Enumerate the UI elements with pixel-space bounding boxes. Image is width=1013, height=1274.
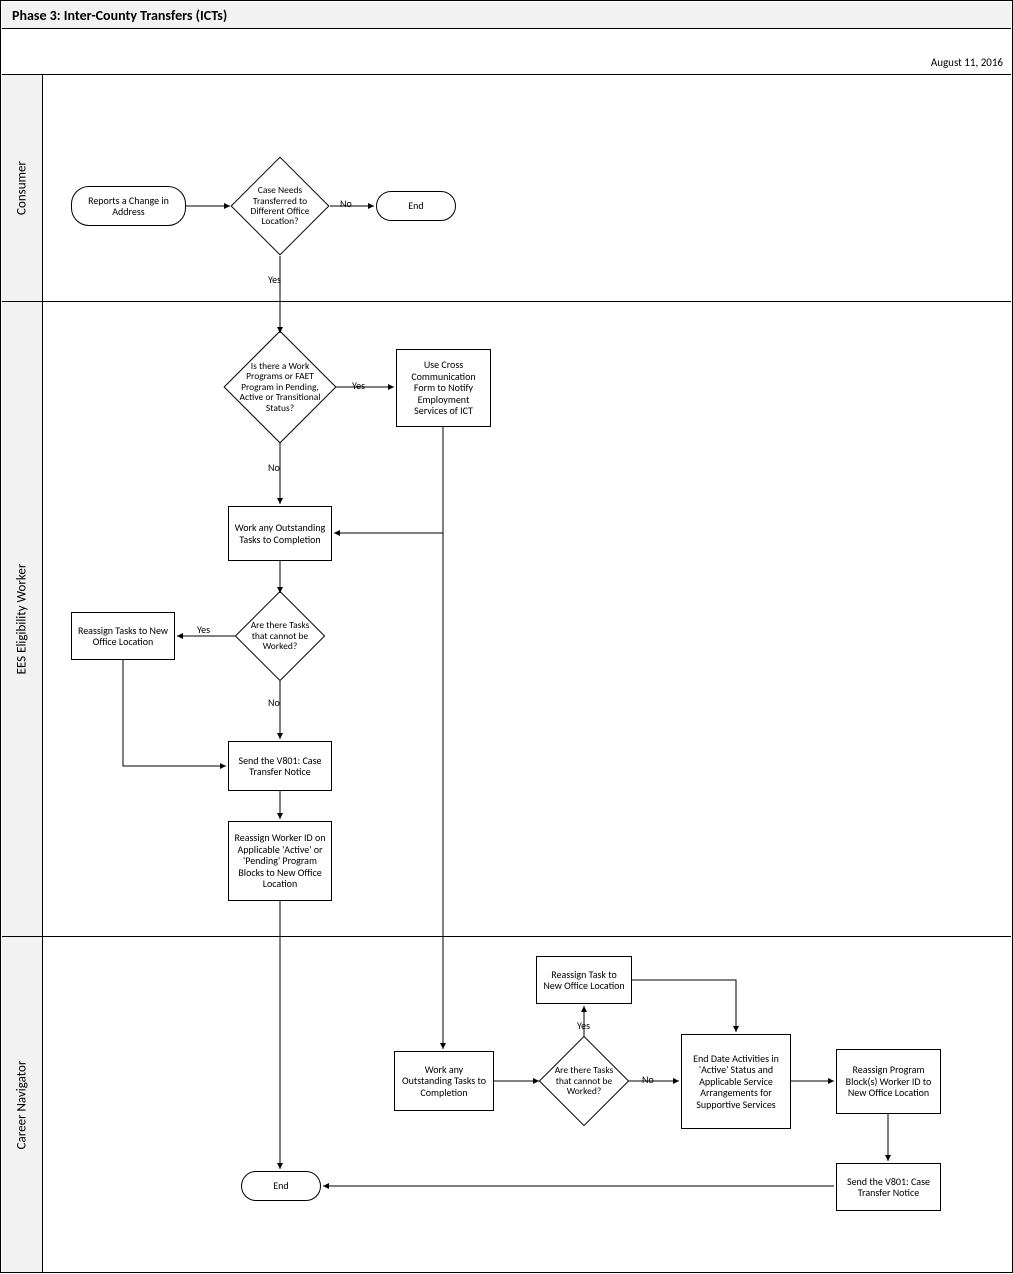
- date-bar: August 11, 2016: [2, 56, 1011, 75]
- node-case-transfer-q: Case Needs Transferred to Different Offi…: [230, 156, 330, 256]
- text: Reassign Task to New Office Location: [541, 969, 627, 992]
- text: Reassign Program Block(s) Worker ID to N…: [841, 1064, 936, 1099]
- label-yes-3: Yes: [196, 623, 211, 636]
- text: Use Cross Communication Form to Notify E…: [401, 359, 486, 417]
- node-reassign-tasks1: Reassign Tasks to New Office Location: [71, 612, 175, 660]
- node-tasks-q2: Are there Tasks that cannot be Worked?: [539, 1036, 629, 1126]
- label-no-4: No: [641, 1073, 655, 1086]
- text: Work any Outstanding Tasks to Completion: [399, 1064, 489, 1099]
- label-no-3: No: [267, 696, 281, 709]
- node-send-v801-2: Send the V801: Case Transfer Notice: [836, 1163, 941, 1211]
- node-cross-comm: Use Cross Communication Form to Notify E…: [396, 349, 491, 427]
- text: Reassign Worker ID on Applicable 'Active…: [233, 832, 327, 890]
- text: End: [408, 200, 423, 212]
- lane-label-consumer: Consumer: [2, 75, 43, 301]
- lane-label-ees-text: EES Eligibility Worker: [15, 564, 30, 675]
- lane-label-consumer-text: Consumer: [15, 161, 30, 215]
- text: End: [273, 1180, 288, 1192]
- text: Reassign Tasks to New Office Location: [76, 625, 170, 648]
- node-tasks-q1: Are there Tasks that cannot be Worked?: [235, 591, 325, 681]
- page-title: Phase 3: Inter-County Transfers (ICTs): [2, 2, 1011, 29]
- node-reassign-worker: Reassign Worker ID on Applicable 'Active…: [228, 821, 332, 901]
- text: Are there Tasks that cannot be Worked?: [247, 620, 313, 651]
- text: Send the V801: Case Transfer Notice: [233, 755, 327, 778]
- node-end1: End: [376, 191, 456, 221]
- node-end-date-act: End Date Activities in 'Active' Status a…: [681, 1034, 791, 1129]
- text: Send the V801: Case Transfer Notice: [841, 1176, 936, 1199]
- node-work-tasks1: Work any Outstanding Tasks to Completion: [228, 506, 332, 561]
- node-report-change: Reports a Change in Address: [71, 186, 186, 226]
- text: Work any Outstanding Tasks to Completion: [233, 522, 327, 545]
- label-yes-2: Yes: [351, 379, 366, 392]
- lane-divider-1: [2, 301, 1011, 302]
- node-end2: End: [241, 1171, 321, 1201]
- label-yes-4: Yes: [576, 1019, 591, 1032]
- lane-label-career-text: Career Navigator: [15, 1060, 30, 1149]
- node-reassign-prog: Reassign Program Block(s) Worker ID to N…: [836, 1049, 941, 1114]
- lane-divider-2: [2, 936, 1011, 937]
- node-send-v801-1: Send the V801: Case Transfer Notice: [228, 741, 332, 791]
- text: Case Needs Transferred to Different Offi…: [242, 185, 318, 227]
- text: Is there a Work Programs or FAET Program…: [236, 361, 324, 413]
- title-text: Phase 3: Inter-County Transfers (ICTs): [12, 7, 227, 24]
- node-work-tasks2: Work any Outstanding Tasks to Completion: [394, 1051, 494, 1111]
- text: End Date Activities in 'Active' Status a…: [686, 1053, 786, 1111]
- text: Are there Tasks that cannot be Worked?: [551, 1065, 617, 1096]
- lane-label-career: Career Navigator: [2, 937, 43, 1272]
- swimlane-diagram: Phase 3: Inter-County Transfers (ICTs) A…: [0, 0, 1013, 1273]
- label-yes-1: Yes: [267, 273, 282, 286]
- node-reassign-task2: Reassign Task to New Office Location: [536, 956, 632, 1004]
- lane-label-ees: EES Eligibility Worker: [2, 302, 43, 936]
- node-work-prog-q: Is there a Work Programs or FAET Program…: [224, 331, 336, 443]
- date-text: August 11, 2016: [931, 56, 1003, 69]
- text: Reports a Change in Address: [76, 195, 181, 218]
- label-no-1: No: [339, 197, 353, 210]
- label-no-2: No: [267, 461, 281, 474]
